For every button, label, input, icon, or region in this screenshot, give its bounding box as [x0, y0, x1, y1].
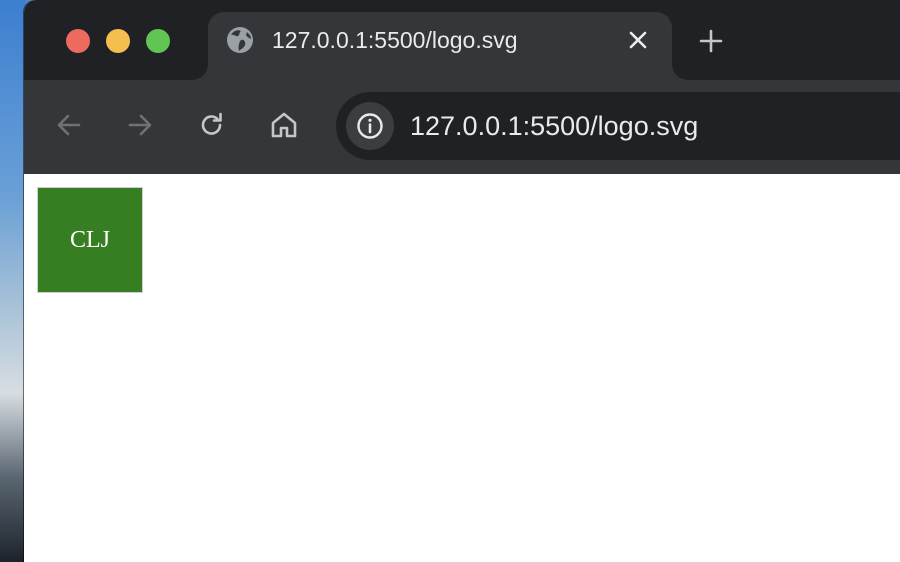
back-button[interactable]: [52, 108, 86, 142]
browser-toolbar: 127.0.0.1:5500/logo.svg: [24, 80, 900, 174]
home-icon: [271, 112, 297, 138]
reload-button[interactable]: [195, 108, 229, 142]
desktop-background: [0, 0, 26, 562]
new-tab-button[interactable]: [696, 26, 726, 56]
logo-text: CLJ: [69, 226, 110, 253]
site-info-button[interactable]: [346, 102, 394, 150]
browser-window: 127.0.0.1:5500/logo.svg 127.0.0.1:5500/l…: [24, 0, 900, 562]
globe-icon: [226, 26, 254, 54]
home-button[interactable]: [267, 108, 301, 142]
tab-title: 127.0.0.1:5500/logo.svg: [272, 27, 518, 53]
window-maximize-button[interactable]: [146, 29, 170, 53]
logo-image: CLJ: [37, 187, 143, 293]
url-text[interactable]: 127.0.0.1:5500/logo.svg: [410, 110, 698, 142]
tab-strip: 127.0.0.1:5500/logo.svg: [24, 0, 900, 80]
page-content: CLJ: [24, 174, 900, 562]
window-minimize-button[interactable]: [106, 29, 130, 53]
arrow-left-icon: [57, 114, 81, 136]
forward-button[interactable]: [123, 108, 157, 142]
info-icon: [357, 113, 383, 139]
reload-icon: [201, 112, 222, 135]
arrow-right-icon: [128, 114, 152, 136]
browser-tab-active[interactable]: 127.0.0.1:5500/logo.svg: [208, 12, 672, 80]
address-bar[interactable]: 127.0.0.1:5500/logo.svg: [336, 92, 900, 160]
close-tab-icon[interactable]: [624, 26, 652, 54]
window-close-button[interactable]: [66, 29, 90, 53]
